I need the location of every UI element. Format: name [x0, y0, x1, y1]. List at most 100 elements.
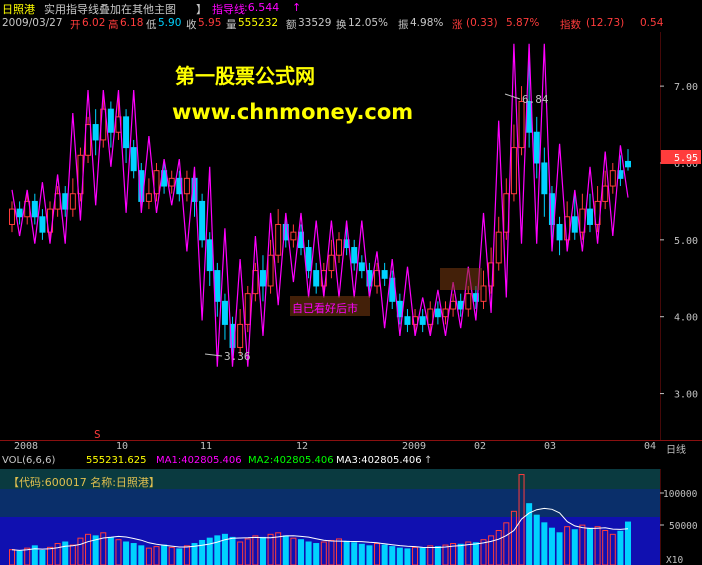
candle-body — [206, 239, 213, 272]
price-axis: 3.004.005.006.007.00 5.95 — [660, 32, 701, 440]
volume-bar — [617, 530, 624, 565]
volume-bar — [107, 536, 114, 565]
vol-scale: X10 — [666, 555, 683, 565]
watermark-title: 第一股票公式网 — [175, 64, 315, 88]
low-mark: 3.36 — [224, 350, 251, 363]
open-value: 6.02 — [82, 17, 106, 29]
info-date: 2009/03/27 — [2, 17, 63, 29]
candle-body — [351, 247, 358, 264]
volume-bar — [419, 547, 426, 565]
volume-bar — [259, 536, 266, 565]
volume-bar — [297, 539, 304, 565]
indicator-title-bracket: 】 — [196, 3, 207, 16]
date-tick-02: 02 — [474, 441, 487, 452]
candle-body — [123, 116, 130, 149]
candle-body — [358, 262, 365, 272]
change-value: (0.33) — [466, 17, 498, 29]
candle-body — [31, 200, 38, 218]
vol-label: VOL(6,6,6) — [2, 455, 56, 466]
volume-bar — [556, 532, 563, 565]
volume-bar — [533, 514, 540, 565]
watermark-url[interactable]: www.chnmoney.com — [172, 100, 413, 124]
volume-bar — [138, 545, 145, 565]
candle-body — [168, 177, 175, 187]
candle-body — [9, 208, 15, 225]
candle-body — [602, 185, 609, 202]
candle-body — [495, 231, 502, 264]
volume-bar — [130, 543, 137, 565]
close-label: 收 — [186, 19, 197, 31]
date-tick-11: 11 — [200, 441, 213, 452]
candle-body — [533, 131, 540, 164]
up-arrow-icon: ↑ — [292, 1, 302, 14]
amount-value: 33529 — [298, 17, 332, 29]
date-tick-12: 12 — [296, 441, 309, 452]
stock-name: 日照港 — [2, 3, 35, 16]
candle-body — [290, 231, 297, 241]
candle-body — [267, 254, 274, 287]
candle-body — [69, 193, 76, 210]
candle-body — [571, 216, 578, 233]
title-bar: 日照港 实用指导线叠加在其他主图 】 指导线 :6.544 ↑ — [0, 0, 702, 16]
high-value: 6.18 — [120, 17, 144, 29]
volume-bar — [199, 539, 206, 565]
price-tick-label: 7.00 — [674, 82, 698, 93]
ma1-value: MA1:402805.406 — [156, 455, 242, 466]
self-label: 自已看好后市 — [292, 301, 358, 315]
volume-bar — [404, 548, 411, 565]
volume-bar — [366, 545, 373, 565]
candle-body — [465, 293, 472, 310]
candle-body — [313, 270, 320, 287]
candle-body — [107, 108, 114, 133]
indicator-value: :6.544 — [244, 1, 280, 14]
sell-mark: S — [94, 428, 101, 440]
candle-body — [457, 300, 464, 310]
vol-tick-50000: 50000 — [669, 521, 698, 532]
candle-body — [259, 270, 266, 287]
volume-value: 555232 — [238, 17, 279, 29]
volume-bar — [472, 542, 479, 565]
price-tick-label: 4.00 — [674, 313, 698, 324]
volume-bar — [457, 543, 464, 565]
candle-body — [336, 239, 343, 256]
volume-bar — [62, 541, 69, 565]
volume-bar — [571, 529, 578, 565]
open-label: 开 — [70, 19, 81, 31]
candle-body — [419, 316, 426, 325]
volume-label: 量 — [226, 19, 237, 31]
vol-value: 555231.625 — [86, 455, 147, 466]
volume-bar — [313, 543, 320, 565]
candle-body — [541, 162, 548, 195]
candle-body — [434, 308, 441, 318]
date-axis: 2008 10 11 12 2009 02 03 04 日线 — [0, 440, 702, 456]
high-mark: 6.84 — [522, 93, 549, 106]
vol-tick-100000: 100000 — [663, 489, 698, 500]
volume-bar — [343, 540, 350, 565]
candle-body — [39, 216, 46, 233]
volume-bar — [123, 541, 130, 565]
volume-bar — [396, 547, 403, 565]
candle-body — [328, 254, 335, 272]
candlestick-chart[interactable]: 自已看好后市 3.36 6.84 S — [0, 32, 660, 440]
candle-body — [442, 308, 449, 318]
volume-bar — [229, 536, 236, 565]
amplitude-value: 4.98% — [410, 17, 444, 29]
candle-body — [275, 223, 282, 256]
volume-chart[interactable]: 【代码:600017 名称:日照港】 — [0, 469, 660, 565]
code-label: 【代码:600017 名称:日照港】 — [8, 475, 160, 489]
volume-bar — [214, 535, 221, 565]
volume-bar — [389, 546, 396, 565]
candle-body — [518, 100, 525, 149]
candle-body — [130, 147, 137, 172]
highlight-zone-2 — [440, 268, 482, 290]
date-tick-2009: 2009 — [402, 441, 427, 452]
price-tick-label: 5.00 — [674, 236, 698, 247]
index-tail: 0.54 — [640, 17, 664, 29]
indicator-title: 实用指导线叠加在其他主图 — [44, 3, 176, 16]
volume-bar — [176, 548, 183, 565]
volume-bar — [586, 527, 593, 565]
volume-bar — [541, 522, 548, 565]
volume-bar — [206, 537, 213, 565]
indicator-label: 指导线 — [212, 3, 245, 16]
turnover-label: 换 — [336, 19, 347, 31]
